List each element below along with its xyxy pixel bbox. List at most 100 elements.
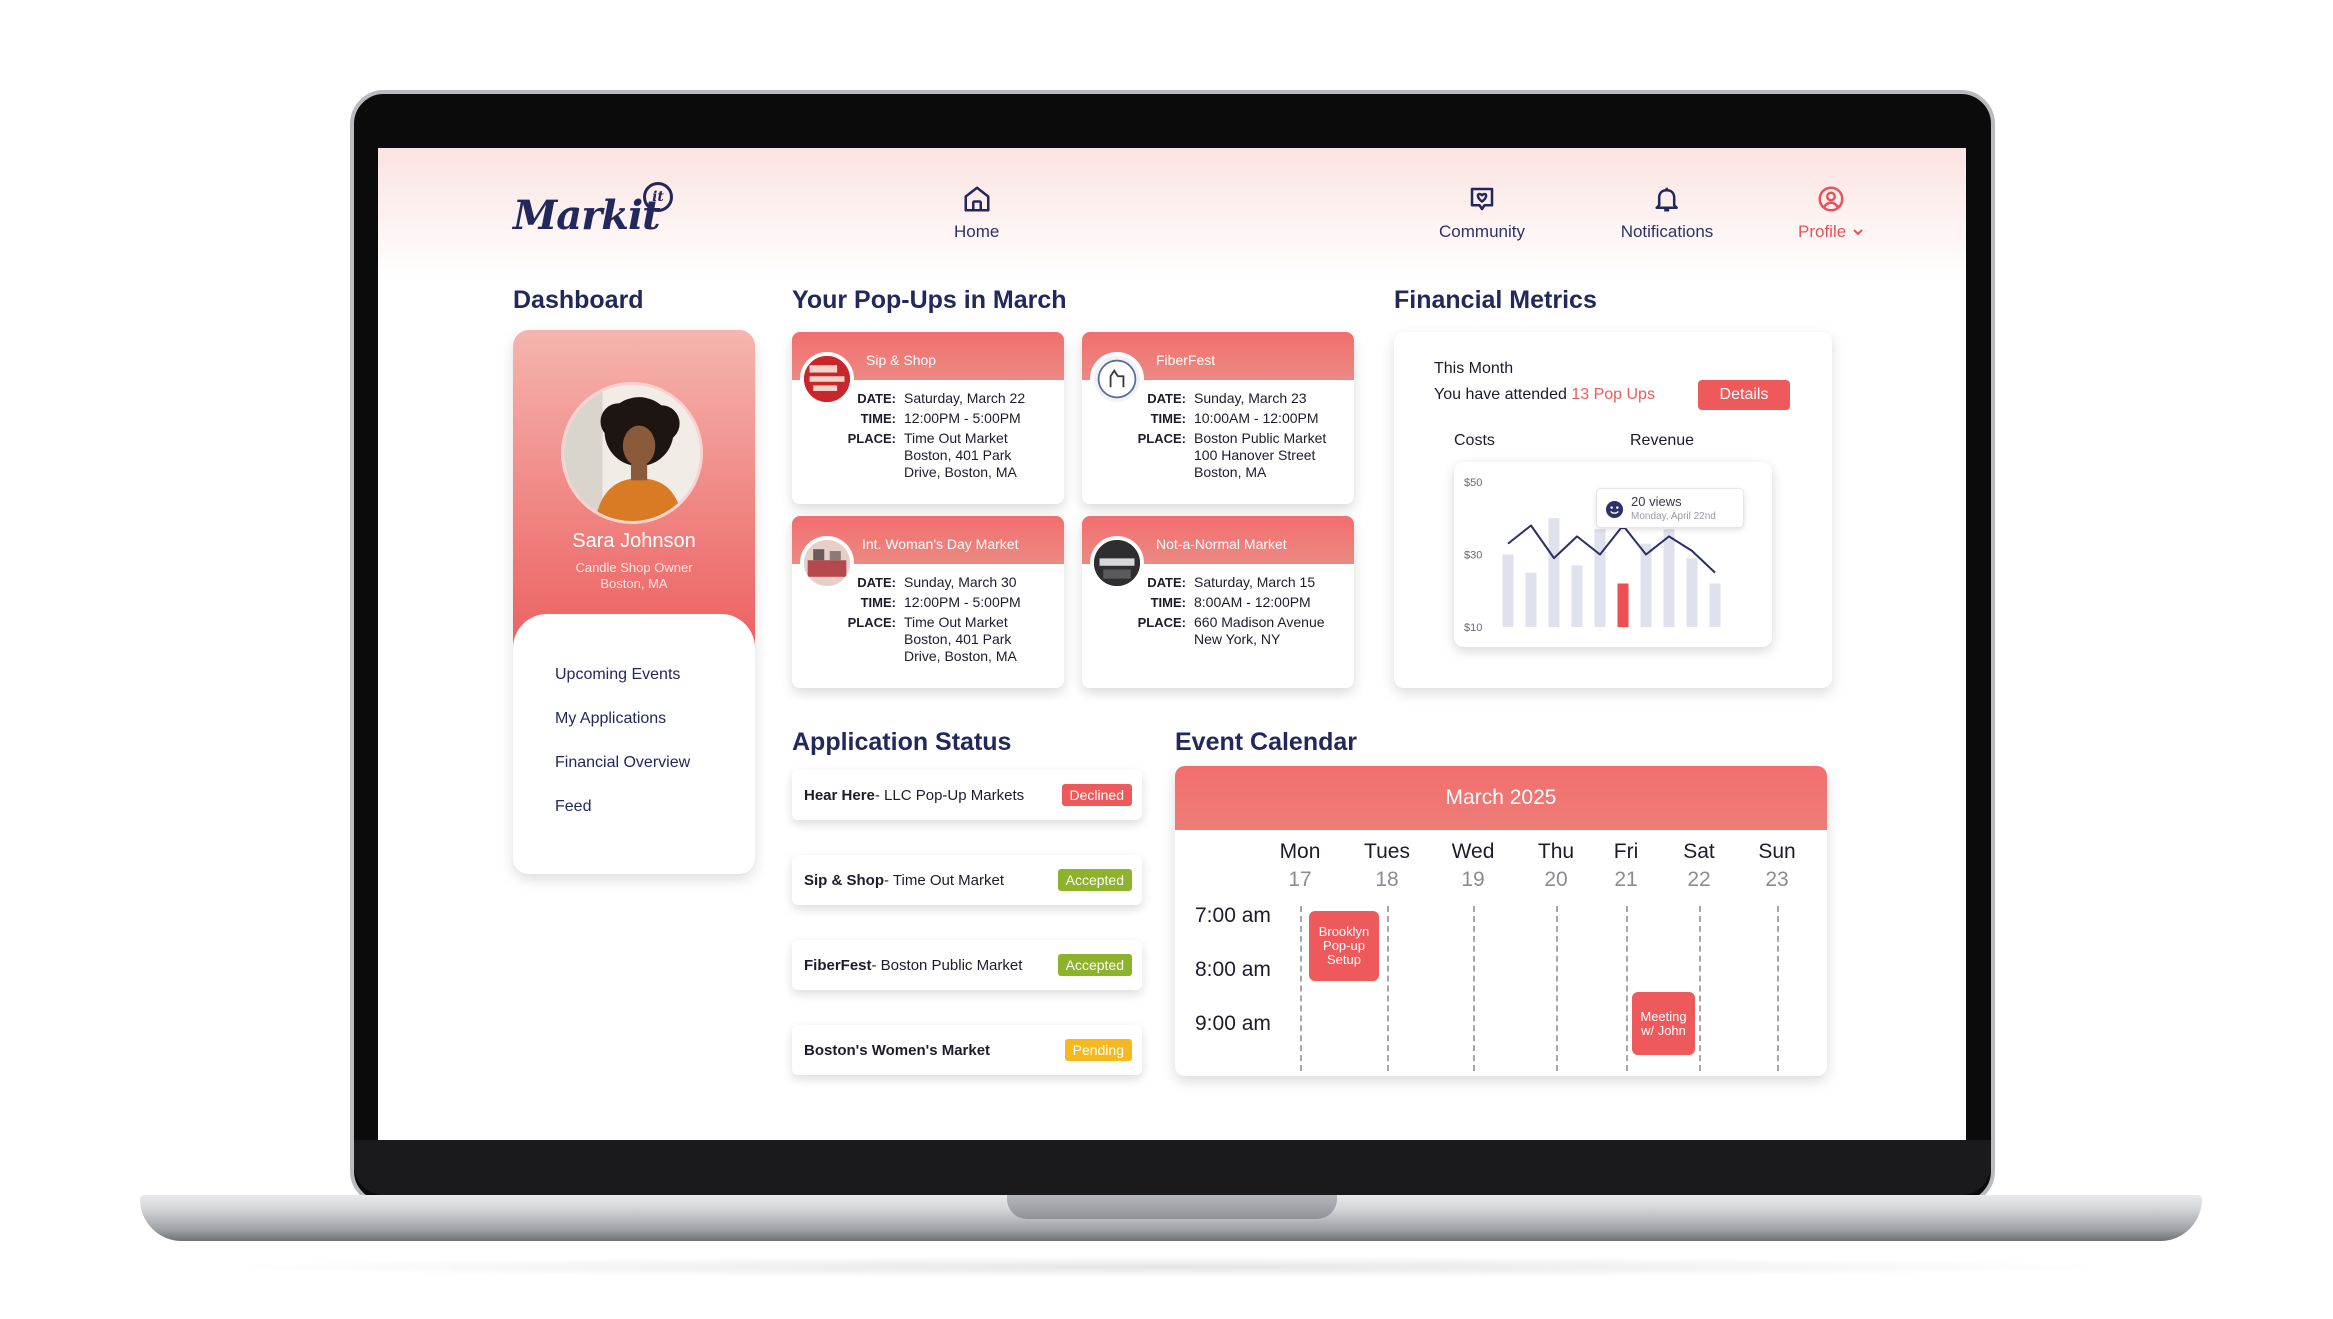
financial-card: This Month You have attended 13 Pop Ups … [1394,332,1832,688]
application-name: Boston's Women's Market [804,1041,991,1059]
cost-bar[interactable] [1548,518,1560,627]
popup-card[interactable]: FiberFest DATE: Sunday, March 23 TIME: 10:… [1082,332,1354,504]
time-label: 8:00 am [1195,958,1271,981]
markit-logo[interactable]: Markit it [513,182,673,244]
laptop-chin [354,1140,1991,1195]
calendar-title: Event Calendar [1175,728,1358,756]
popup-place: 660 Madison Avenue New York, NY [1194,614,1325,647]
cost-bar[interactable] [1571,565,1583,627]
nav-notifications[interactable]: Notifications [1621,184,1713,242]
chart-tooltip: 20 views Monday, April 22nd [1596,488,1744,528]
details-button[interactable]: Details [1698,380,1790,410]
time-label: TIME: [860,411,896,426]
profile-role: Candle Shop Owner [575,560,693,575]
y-tick-label: $10 [1464,622,1482,634]
cost-bar[interactable] [1502,554,1514,628]
popup-thumbnail [800,352,854,406]
popup-date: Sunday, March 30 [904,574,1017,590]
popup-card[interactable]: Not-a-Normal Market DATE: Saturday, March… [1082,516,1354,688]
menu-upcoming-events[interactable]: Upcoming Events [555,666,755,710]
nav-profile-label: Profile [1798,222,1847,241]
menu-my-applications[interactable]: My Applications [555,710,755,754]
cost-bar[interactable] [1663,529,1675,627]
day-divider [1300,906,1302,1071]
day-divider [1777,906,1779,1071]
profile-name: Sara Johnson [572,530,696,552]
popup-time: 12:00PM - 5:00PM [904,594,1021,610]
application-item[interactable]: FiberFest - Boston Public Market Accepte… [792,940,1142,990]
day-divider [1387,906,1389,1071]
tooltip-date: Monday, April 22nd [1631,511,1716,522]
tooltip-views: 20 views [1631,494,1682,509]
status-badge: Accepted [1057,954,1132,976]
place-label: PLACE: [1137,615,1186,630]
app-screen: Markit it Home Community Notifications P… [378,148,1966,1140]
application-item[interactable]: Boston's Women's Market Pending [792,1025,1142,1075]
cost-bar[interactable] [1640,543,1652,627]
period-label: This Month [1434,360,1514,377]
cost-bar[interactable] [1594,529,1606,627]
calendar-event[interactable]: Brooklyn Pop-up Setup [1309,911,1379,981]
application-item[interactable]: Sip & Shop - Time Out Market Accepted [792,855,1142,905]
status-badge: Pending [1064,1039,1132,1061]
popup-card[interactable]: Sip & Shop DATE: Saturday, March 22 TIME:… [792,332,1064,504]
revenue-label[interactable]: Revenue [1630,432,1694,450]
profile-icon [1818,186,1844,212]
day-divider [1626,906,1628,1071]
application-item[interactable]: Hear Here - LLC Pop-Up Markets Declined [792,770,1142,820]
calendar-day[interactable]: Sat 22 [1664,840,1734,892]
time-label: TIME: [1150,595,1186,610]
nav-home[interactable]: Home [954,184,999,242]
calendar-month[interactable]: March 2025 [1175,766,1827,830]
calendar-day[interactable]: Fri 21 [1591,840,1661,892]
time-label: TIME: [860,595,896,610]
chevron-down-icon[interactable] [1852,226,1864,238]
profile-location: Boston, MA [600,576,668,591]
avatar[interactable] [561,382,703,524]
application-venue: - LLC Pop-Up Markets [874,786,1025,804]
attended-count: 13 Pop Ups [1571,386,1655,403]
calendar-day[interactable]: Sun 23 [1742,840,1812,892]
place-label: PLACE: [847,431,896,446]
logo-badge: it [643,182,673,212]
applications-title: Application Status [792,728,1012,756]
day-divider [1556,906,1558,1071]
time-label: 9:00 am [1195,1012,1271,1035]
nav-community[interactable]: Community [1439,184,1525,242]
financial-title: Financial Metrics [1394,286,1597,314]
cost-bar[interactable] [1525,572,1537,627]
y-tick-label: $30 [1464,550,1482,562]
popup-thumbnail [1090,536,1144,590]
attended-text: You have attended 13 Pop Ups [1434,386,1655,403]
calendar-day[interactable]: Thu 20 [1521,840,1591,892]
laptop-notch [1007,1195,1337,1219]
day-divider [1699,906,1701,1071]
costs-label[interactable]: Costs [1454,432,1495,450]
bell-icon [1655,187,1679,212]
calendar-day[interactable]: Mon 17 [1265,840,1335,892]
cost-bar[interactable] [1617,583,1629,628]
cost-bar[interactable] [1686,558,1698,627]
popup-thumbnail [800,536,854,590]
calendar-day[interactable]: Tues 18 [1352,840,1422,892]
status-badge: Accepted [1057,869,1132,891]
cost-bar[interactable] [1709,583,1721,628]
status-badge: Declined [1061,784,1132,806]
menu-feed[interactable]: Feed [555,798,755,842]
profile-card: Sara Johnson Candle Shop Owner Boston, M… [513,330,755,874]
popup-time: 10:00AM - 12:00PM [1194,410,1319,426]
dashboard-menu: Upcoming Events My Applications Financia… [513,614,755,874]
nav-profile[interactable]: Profile [1798,184,1864,242]
calendar-event[interactable]: Meeting w/ John [1632,992,1695,1055]
application-name: Hear Here [804,786,875,804]
place-label: PLACE: [1137,431,1186,446]
event-calendar: March 2025 Mon 17 Tues 18 Wed 19 Thu 20 Fri 2… [1175,766,1827,1076]
application-venue: - Time Out Market [884,871,1005,889]
application-venue: - Boston Public Market [871,956,1023,974]
menu-financial-overview[interactable]: Financial Overview [555,754,755,798]
popup-card[interactable]: Int. Woman's Day Market DATE: Sunday, Mar… [792,516,1064,688]
popup-place: Time Out Market Boston, 401 Park Drive, Bo… [904,614,1017,664]
time-label: TIME: [1150,411,1186,426]
nav-community-label: Community [1439,222,1525,241]
calendar-day[interactable]: Wed 19 [1438,840,1508,892]
